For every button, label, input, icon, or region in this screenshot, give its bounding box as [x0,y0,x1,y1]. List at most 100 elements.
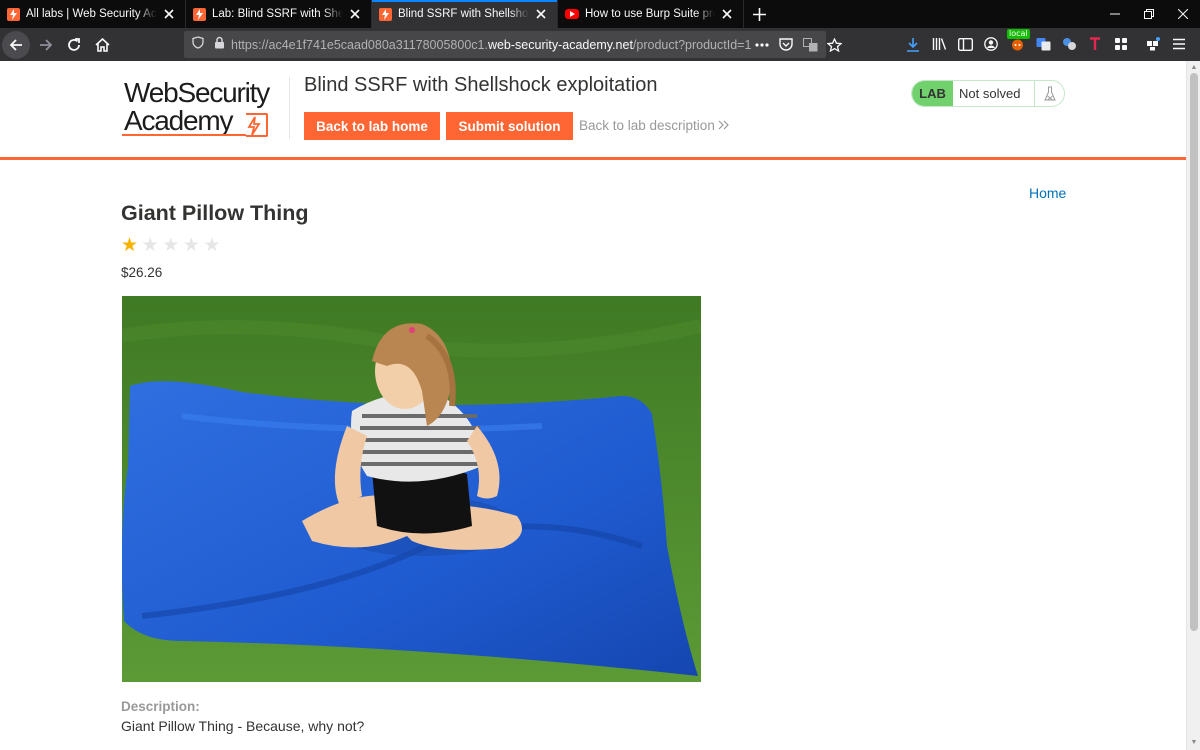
close-icon[interactable] [533,6,549,22]
extensions-button[interactable] [1140,31,1166,57]
back-to-lab-description-link[interactable]: Back to lab description [579,118,729,133]
sidebar-button[interactable] [952,31,978,57]
restore-button[interactable] [1132,0,1166,28]
url-text: https://ac4e1f741e5caad080a31178005800c1… [231,38,751,52]
ellipsis-icon [755,42,770,47]
home-icon [94,37,110,52]
close-icon[interactable] [347,6,363,22]
browser-tab[interactable]: All labs | Web Security Academy [0,0,186,28]
grid-icon [1115,38,1127,50]
tab-title: How to use Burp Suite projects [585,8,715,20]
logo-text-line2: Academy [124,105,234,136]
page-viewport: WebSecurity Academy Blind SSRF with Shel… [0,61,1200,750]
scroll-up-arrow-icon[interactable]: ▲ [1189,63,1199,73]
star-empty-icon: ★ [203,235,221,256]
tab-title: Lab: Blind SSRF with Shellshock exploita… [212,8,343,20]
star-outline-icon [826,37,842,52]
library-icon [932,38,946,50]
product-image [122,296,701,682]
description-text: Giant Pillow Thing - Because, why not? [121,718,365,734]
web-security-academy-logo[interactable]: WebSecurity Academy [122,77,290,139]
t-extension-button[interactable] [1082,31,1108,57]
bookmark-button[interactable] [823,34,845,56]
product-price: $26.26 [121,265,163,280]
description-label: Description: [121,699,200,714]
translate-button[interactable] [799,34,821,56]
apps-extension-button[interactable] [1108,31,1134,57]
lock-icon[interactable] [214,36,225,54]
star-empty-icon: ★ [162,235,180,256]
star-empty-icon: ★ [141,235,159,256]
language-extension-button[interactable] [1056,31,1082,57]
minimize-button[interactable] [1098,0,1132,28]
vertical-scrollbar[interactable]: ▲ ▼ [1186,61,1200,750]
lab-title: Blind SSRF with Shellshock exploitation [304,74,658,96]
tracking-protection-icon[interactable] [192,35,204,54]
tab-title: All labs | Web Security Academy [26,8,157,20]
close-icon[interactable] [161,6,177,22]
back-button[interactable] [2,30,30,59]
local-badge: local [1007,29,1030,39]
submit-solution-button[interactable]: Submit solution [446,112,573,140]
t-letter-icon [1090,37,1100,50]
flask-icon [1034,81,1064,106]
language-icon [1062,38,1076,50]
arrow-right-icon [40,38,53,51]
restore-icon [1144,9,1154,19]
new-tab-button[interactable] [744,0,774,28]
back-to-lab-home-button[interactable]: Back to lab home [304,112,440,140]
logo-underline [122,134,246,136]
address-bar[interactable]: https://ac4e1f741e5caad080a31178005800c1… [184,31,842,58]
lab-status-text: Not solved [959,86,1021,101]
web-security-academy-icon [7,7,20,21]
url-host: web-security-academy.net [487,37,633,52]
star-empty-icon: ★ [182,235,200,256]
translate-extension-icon [1036,38,1050,51]
browser-toolbar: local [900,29,1192,57]
web-security-academy-icon [379,7,392,21]
window-controls [1098,0,1200,28]
library-button[interactable] [926,31,952,57]
sidebar-icon [957,37,973,51]
account-button[interactable] [978,31,1004,57]
translator-extension-button[interactable] [1030,31,1056,57]
arrow-left-icon [9,38,22,51]
home-button[interactable] [88,31,116,59]
lightning-bolt-icon [246,113,268,137]
close-icon[interactable] [719,6,735,22]
browser-navigation-bar: https://ac4e1f741e5caad080a31178005800c1… [0,28,1200,61]
downloads-button[interactable] [900,31,926,57]
foxyproxy-button[interactable]: local [1004,29,1030,57]
fox-icon [1011,39,1023,51]
forward-button[interactable] [32,31,60,59]
browser-tab-strip: All labs | Web Security Academy Lab: Bli… [0,0,1200,28]
scrollbar-thumb[interactable] [1190,73,1198,631]
translate-icon [802,37,818,51]
pocket-button[interactable] [775,34,797,56]
address-bar-actions [751,34,847,56]
puzzle-icon [1146,37,1160,51]
browser-tab[interactable]: How to use Burp Suite projects [558,0,744,28]
pocket-icon [779,38,794,51]
close-icon [1178,9,1188,19]
download-icon [907,37,919,52]
web-security-academy-icon [193,7,206,21]
back-to-lab-description-label: Back to lab description [579,118,715,133]
close-window-button[interactable] [1166,0,1200,28]
account-icon [984,37,998,51]
browser-tab-active[interactable]: Blind SSRF with Shellshock exploitation [372,0,558,28]
page-actions-button[interactable] [751,34,773,56]
scroll-down-arrow-icon[interactable]: ▼ [1189,738,1199,748]
product-title: Giant Pillow Thing [121,201,309,225]
star-filled-icon: ★ [121,235,139,256]
url-prefix: https://ac4e1f741e5caad080a31178005800c1… [231,37,488,52]
double-chevron-right-icon [718,118,729,133]
browser-tab[interactable]: Lab: Blind SSRF with Shellshock exploita… [186,0,372,28]
home-link[interactable]: Home [1029,185,1066,201]
menu-button[interactable] [1166,31,1192,57]
minimize-icon [1110,13,1120,15]
product-rating: ★ ★ ★ ★ ★ [121,236,224,256]
lab-badge: LAB [912,81,953,106]
reload-icon [68,37,80,51]
reload-button[interactable] [60,31,88,59]
